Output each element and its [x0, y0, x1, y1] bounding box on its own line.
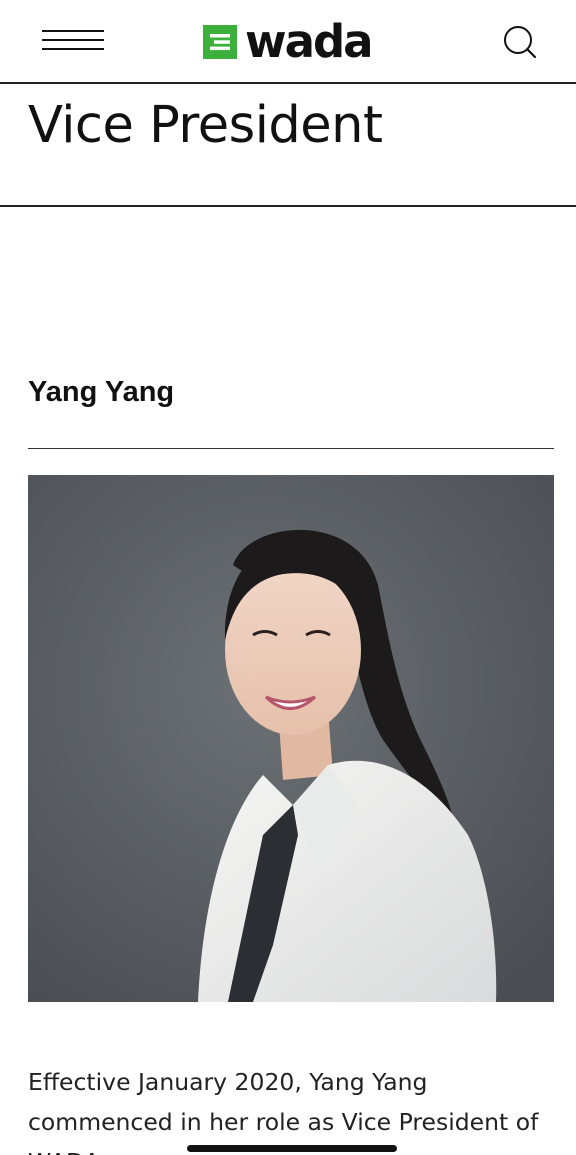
person-name: Yang Yang	[28, 376, 175, 408]
profile-photo	[28, 475, 554, 1002]
name-divider	[28, 448, 554, 449]
wada-logo-text: wada	[245, 15, 374, 68]
bio-text: Effective January 2020, Yang Yang commen…	[28, 1068, 539, 1155]
page: wada Vice President Yang Yang Effective …	[0, 0, 576, 1155]
page-title: Vice President	[28, 96, 383, 155]
home-indicator[interactable]	[187, 1145, 397, 1152]
search-icon[interactable]	[502, 24, 538, 60]
wada-logo-mark-icon	[203, 25, 237, 59]
title-divider	[0, 205, 576, 207]
header-divider	[0, 82, 576, 84]
wada-logo[interactable]: wada	[203, 15, 374, 68]
site-header: wada	[0, 0, 576, 82]
hamburger-menu-icon[interactable]	[42, 28, 104, 52]
